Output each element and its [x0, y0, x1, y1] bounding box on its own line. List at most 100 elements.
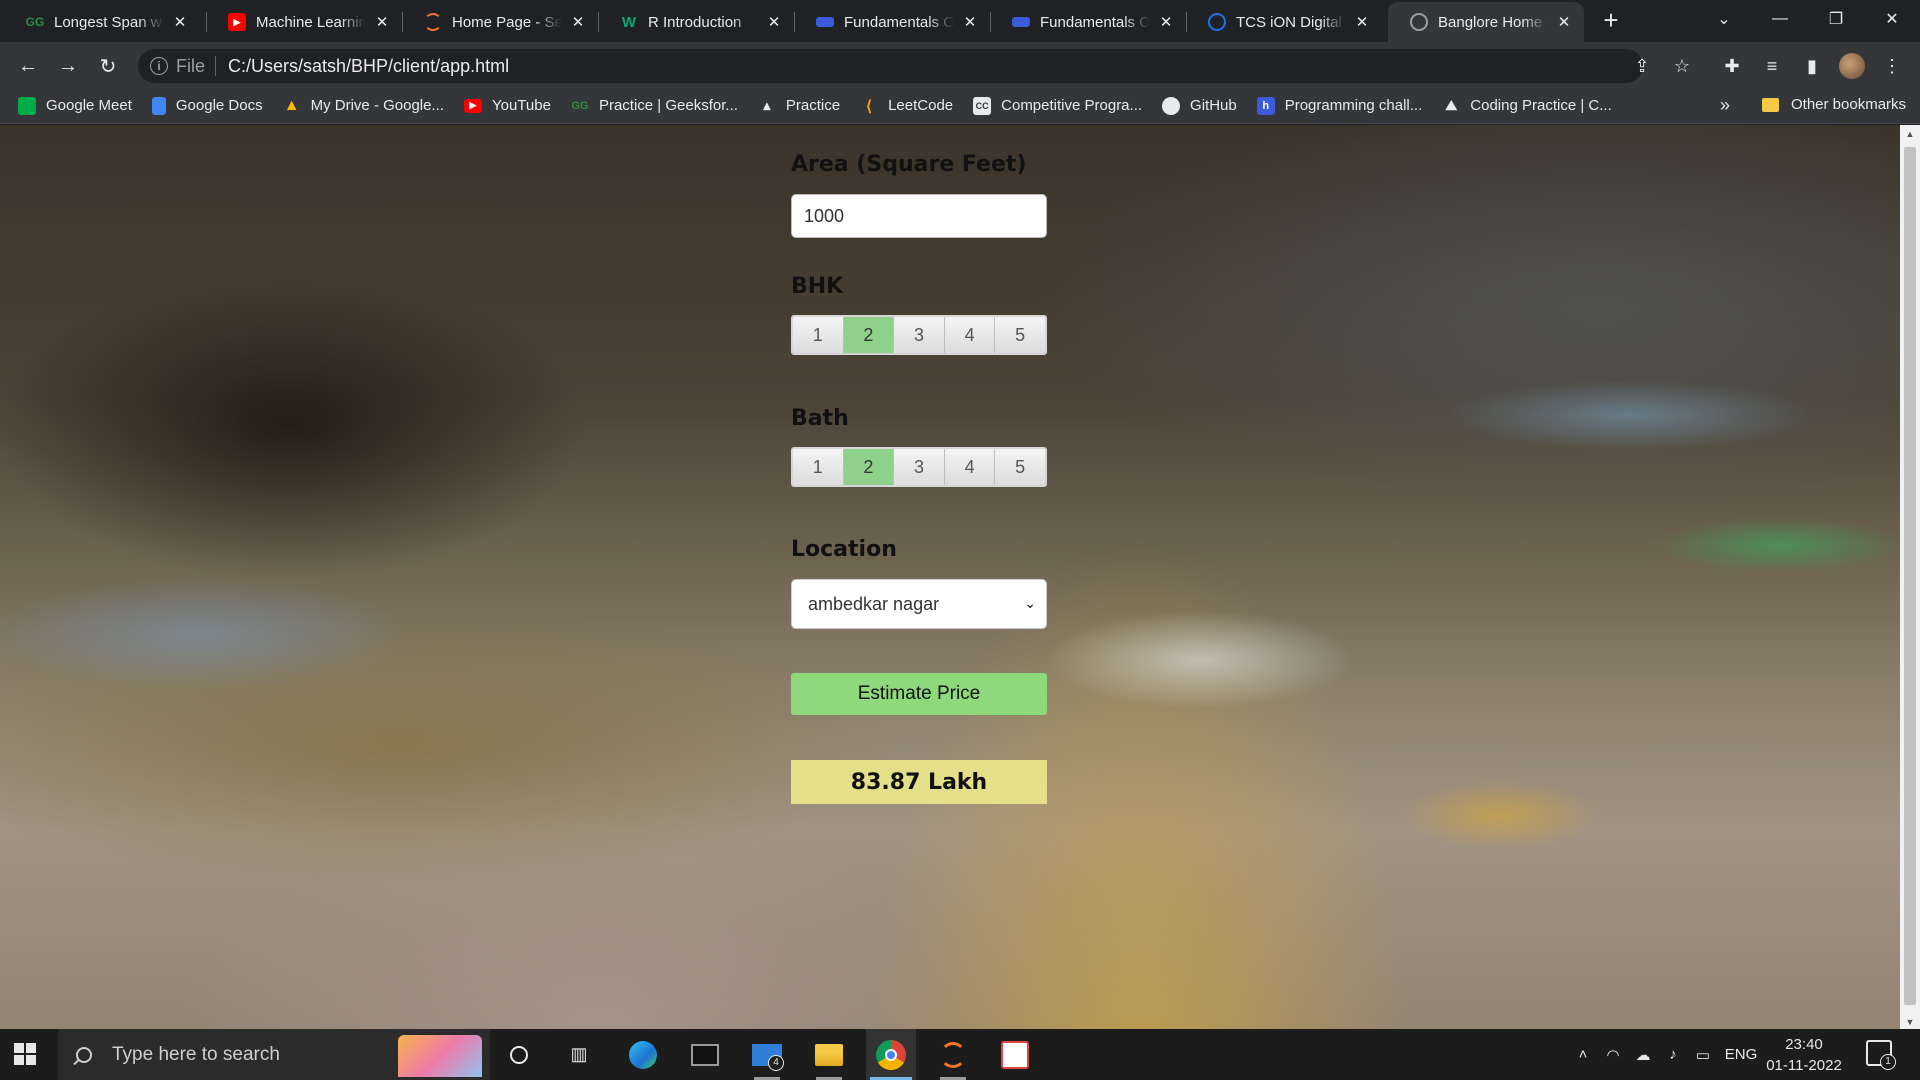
new-tab-button[interactable]: + — [1596, 6, 1626, 36]
bhk-option-4[interactable]: 4 — [944, 317, 996, 353]
close-icon[interactable]: ✕ — [764, 13, 784, 31]
info-icon[interactable]: i — [150, 57, 168, 75]
close-window-button[interactable]: ✕ — [1864, 0, 1920, 38]
bhk-option-3[interactable]: 3 — [894, 317, 945, 353]
profile-avatar[interactable] — [1836, 50, 1868, 82]
task-view-icon[interactable]: ▥ — [554, 1029, 604, 1080]
file-explorer-icon[interactable] — [804, 1029, 854, 1080]
bath-option-5[interactable]: 5 — [995, 449, 1045, 485]
close-icon[interactable]: ✕ — [1156, 13, 1176, 31]
tab-fundamentals-2[interactable]: Fundamentals Of ✕ — [990, 2, 1186, 42]
bookmark-coding-practice[interactable]: ⛰ Coding Practice | C... — [1442, 97, 1611, 115]
scroll-up-arrow[interactable]: ▲ — [1900, 129, 1920, 139]
onedrive-icon[interactable]: ☁ — [1628, 1046, 1658, 1064]
cortana-icon[interactable] — [494, 1029, 544, 1080]
tab-longest-span[interactable]: GG Longest Span with ✕ — [4, 2, 200, 42]
close-icon[interactable]: ✕ — [1554, 13, 1574, 31]
bookmark-label: Practice | Geeksfor... — [598, 97, 738, 114]
close-icon[interactable]: ✕ — [170, 13, 190, 31]
forward-button[interactable]: → — [52, 50, 84, 82]
tab-banglore-home-price[interactable]: Banglore Home P ✕ — [1388, 2, 1584, 42]
menu-icon[interactable]: ⋮ — [1876, 50, 1908, 82]
mail-icon[interactable]: 4 — [742, 1029, 792, 1080]
media-queue-icon[interactable]: ≡ — [1756, 50, 1788, 82]
close-icon[interactable]: ✕ — [960, 13, 980, 31]
tab-search-icon[interactable]: ⌄ — [1696, 0, 1752, 38]
bhk-option-5[interactable]: 5 — [995, 317, 1045, 353]
bookmark-label: Practice — [785, 97, 841, 114]
volume-icon[interactable]: ♪ — [1658, 1046, 1688, 1063]
bhk-option-1[interactable]: 1 — [793, 317, 844, 353]
chevron-up-icon[interactable]: ˄ — [1568, 1046, 1598, 1063]
bookmark-google-docs[interactable]: Google Docs — [151, 96, 263, 115]
taskbar-clock[interactable]: 23:40 01-11-2022 — [1756, 1034, 1852, 1076]
jupyter-icon[interactable] — [928, 1029, 978, 1080]
estimate-price-button[interactable]: Estimate Price — [791, 673, 1047, 715]
bookmark-programming-challenges[interactable]: h Programming chall... — [1256, 96, 1423, 115]
snipping-tool-icon[interactable] — [990, 1029, 1040, 1080]
tab-tcs-ion[interactable]: TCS iON Digital L ✕ — [1186, 2, 1382, 42]
reload-button[interactable]: ↻ — [92, 50, 124, 82]
tab-home-page[interactable]: Home Page - Sele ✕ — [402, 2, 598, 42]
close-icon[interactable]: ✕ — [568, 13, 588, 31]
scrollbar-thumb[interactable] — [1904, 147, 1916, 1005]
edge-icon[interactable] — [618, 1029, 668, 1080]
close-icon[interactable]: ✕ — [372, 13, 392, 31]
other-bookmarks-label: Other bookmarks — [1791, 96, 1907, 113]
area-label: Area (Square Feet) — [791, 152, 1027, 177]
youtube-icon: ▶ — [228, 13, 246, 31]
bath-option-1[interactable]: 1 — [793, 449, 844, 485]
bookmark-label: Programming chall... — [1284, 97, 1423, 114]
url-text[interactable]: C:/Users/satsh/BHP/client/app.html — [228, 56, 509, 77]
other-bookmarks[interactable]: Other bookmarks — [1762, 96, 1906, 113]
page-scrollbar[interactable]: ▲ ▼ — [1900, 125, 1920, 1029]
minimize-button[interactable]: — — [1752, 0, 1808, 38]
back-button[interactable]: ← — [12, 50, 44, 82]
bookmark-youtube[interactable]: ▶ YouTube — [463, 97, 551, 114]
bookmark-my-drive[interactable]: ▲ My Drive - Google... — [283, 97, 444, 115]
bhk-option-2[interactable]: 2 — [843, 317, 895, 353]
search-highlight-illustration — [398, 1035, 482, 1077]
restore-button[interactable]: ❐ — [1808, 0, 1864, 38]
bath-option-3[interactable]: 3 — [894, 449, 945, 485]
tab-fundamentals-1[interactable]: Fundamentals Of ✕ — [794, 2, 990, 42]
extensions-icon[interactable]: ✚ — [1716, 50, 1748, 82]
address-bar[interactable]: i File C:/Users/satsh/BHP/client/app.htm… — [138, 49, 1643, 83]
bath-option-4[interactable]: 4 — [944, 449, 996, 485]
wifi-icon[interactable]: ◠ — [1598, 1046, 1628, 1064]
terminal-icon[interactable] — [680, 1029, 730, 1080]
area-input[interactable] — [791, 194, 1047, 238]
globe-icon — [1410, 13, 1428, 31]
folder-icon — [1762, 97, 1779, 112]
bath-option-2[interactable]: 2 — [843, 449, 895, 485]
tab-title: Home Page - Sele — [452, 13, 562, 31]
github-icon — [1162, 96, 1181, 115]
bookmark-google-meet[interactable]: Google Meet — [18, 96, 132, 115]
windows-start-icon[interactable] — [14, 1043, 36, 1065]
tab-r-introduction[interactable]: W R Introduction ✕ — [598, 2, 794, 42]
share-icon[interactable]: ⇪ — [1626, 50, 1658, 82]
taskbar-search[interactable]: Type here to search — [58, 1029, 490, 1080]
bookmark-star-icon[interactable]: ☆ — [1666, 50, 1698, 82]
close-icon[interactable]: ✕ — [1352, 13, 1372, 31]
notification-center-icon[interactable]: 1 — [1866, 1040, 1896, 1070]
chevron-down-icon: ⌄ — [1024, 595, 1036, 611]
bookmark-label: Google Meet — [46, 97, 132, 114]
bath-label: Bath — [791, 406, 849, 431]
chrome-icon[interactable] — [866, 1029, 916, 1080]
google-docs-icon — [151, 96, 166, 115]
bookmark-practice[interactable]: ▴ Practice — [758, 97, 840, 115]
bookmark-practice-geeks[interactable]: GG Practice | Geeksfor... — [571, 97, 738, 115]
battery-icon[interactable]: ▭ — [1688, 1046, 1718, 1064]
tab-title: Longest Span with — [54, 13, 164, 31]
bookmarks-bar: Google Meet Google Docs ▲ My Drive - Goo… — [0, 88, 1920, 124]
side-panel-icon[interactable]: ▮ — [1796, 50, 1828, 82]
bookmark-leetcode[interactable]: ⟨ LeetCode — [860, 97, 953, 115]
bookmark-competitive-programming[interactable]: CC Competitive Progra... — [973, 96, 1142, 115]
bookmarks-overflow-button[interactable]: » — [1720, 95, 1730, 116]
bookmark-github[interactable]: GitHub — [1162, 96, 1237, 115]
scroll-down-arrow[interactable]: ▼ — [1900, 1017, 1920, 1027]
location-select[interactable]: ambedkar nagar ⌄ — [791, 579, 1047, 629]
tab-machine-learning[interactable]: ▶ Machine Learning ✕ — [206, 2, 402, 42]
leetcode-icon: ⟨ — [866, 97, 872, 115]
